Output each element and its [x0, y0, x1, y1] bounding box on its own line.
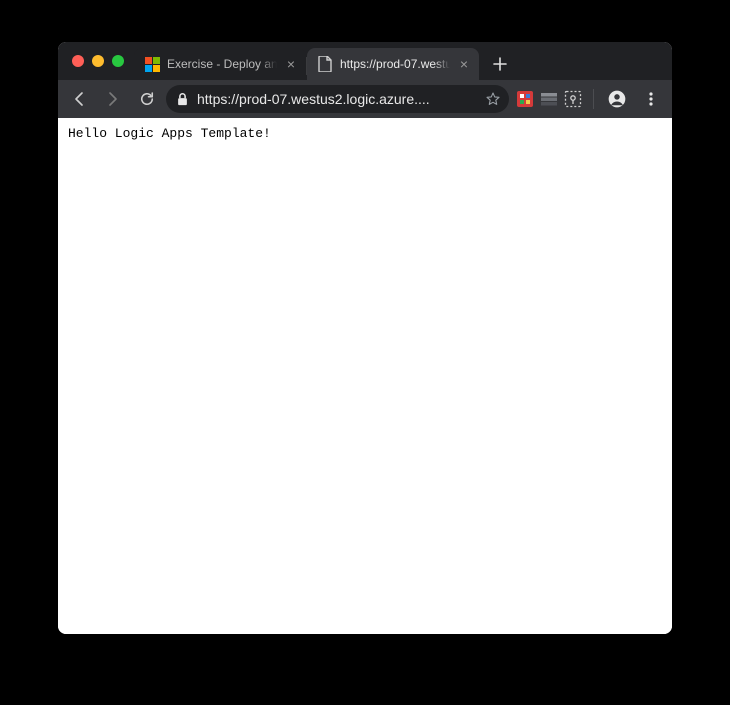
page-content: Hello Logic Apps Template! [58, 118, 672, 634]
url-text: https://prod-07.westus2.logic.azure.... [197, 91, 477, 107]
tab-0[interactable]: Exercise - Deploy and export × [134, 48, 306, 80]
reload-button[interactable] [132, 84, 162, 114]
toolbar: https://prod-07.westus2.logic.azure.... [58, 80, 672, 118]
close-tab-icon[interactable]: × [457, 57, 471, 71]
forward-button[interactable] [98, 84, 128, 114]
back-button[interactable] [64, 84, 94, 114]
microsoft-logo-icon [144, 56, 160, 72]
extension-icon-2[interactable] [538, 88, 560, 110]
minimize-window-button[interactable] [92, 55, 104, 67]
file-icon [317, 56, 333, 72]
tab-strip: Exercise - Deploy and export × https://p… [58, 42, 672, 80]
extension-icon-3[interactable] [562, 88, 584, 110]
window-controls [68, 55, 134, 67]
close-tab-icon[interactable]: × [284, 57, 298, 71]
bookmark-star-icon[interactable] [485, 91, 501, 107]
close-window-button[interactable] [72, 55, 84, 67]
tab-title: Exercise - Deploy and export [167, 57, 277, 71]
page-body-text: Hello Logic Apps Template! [68, 126, 662, 141]
new-tab-button[interactable] [487, 51, 513, 77]
menu-button[interactable] [636, 84, 666, 114]
address-bar[interactable]: https://prod-07.westus2.logic.azure.... [166, 85, 509, 113]
profile-button[interactable] [602, 84, 632, 114]
tab-title: https://prod-07.westus2.logic [340, 57, 450, 71]
browser-window: Exercise - Deploy and export × https://p… [58, 42, 672, 634]
url-protocol: https:// [197, 91, 239, 107]
extension-icon-1[interactable] [514, 88, 536, 110]
extensions-group [513, 88, 585, 110]
maximize-window-button[interactable] [112, 55, 124, 67]
tab-1[interactable]: https://prod-07.westus2.logic × [307, 48, 479, 80]
lock-icon [176, 92, 189, 106]
toolbar-separator [593, 89, 594, 109]
url-host: prod-07.westus2.logic.azure.... [239, 91, 430, 107]
